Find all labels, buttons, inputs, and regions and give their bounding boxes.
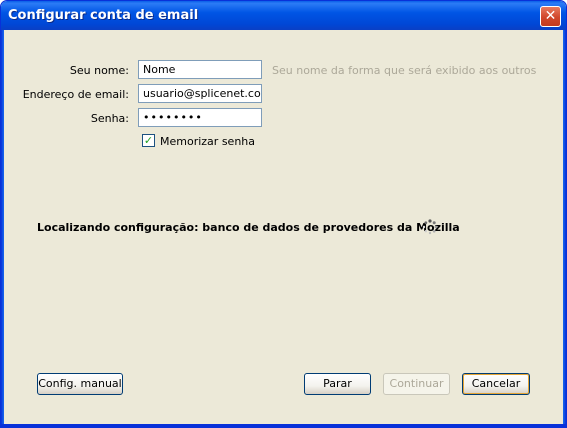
email-label: Endereço de email: [22,88,129,101]
password-field[interactable]: •••••••• [138,108,262,127]
email-setup-dialog: Configurar conta de email ✕ Seu nome: No… [0,0,567,428]
name-label: Seu nome: [69,64,129,77]
name-hint: Seu nome da forma que será exibido aos o… [272,64,537,77]
status-message: Localizando configuração: banco de dados… [37,221,460,234]
loading-spinner-icon [422,219,438,235]
cancel-button[interactable]: Cancelar [462,373,530,395]
close-icon: ✕ [544,8,557,24]
window-frame-right [563,30,566,427]
manual-config-button[interactable]: Config. manual [37,373,123,395]
stop-button[interactable]: Parar [304,373,371,395]
remember-password-checkbox[interactable]: ✓ [142,134,155,147]
email-field[interactable]: usuario@splicenet.com.b [138,84,262,103]
title-bar[interactable]: Configurar conta de email ✕ [1,1,566,30]
remember-password-label[interactable]: Memorizar senha [160,135,255,148]
password-label: Senha: [90,112,129,125]
name-field[interactable]: Nome [138,60,262,79]
continue-button[interactable]: Continuar [383,373,450,395]
window-frame-bottom [1,424,566,427]
close-button[interactable]: ✕ [540,6,561,27]
window-title: Configurar conta de email [8,8,199,23]
checkmark-icon: ✓ [143,134,154,147]
